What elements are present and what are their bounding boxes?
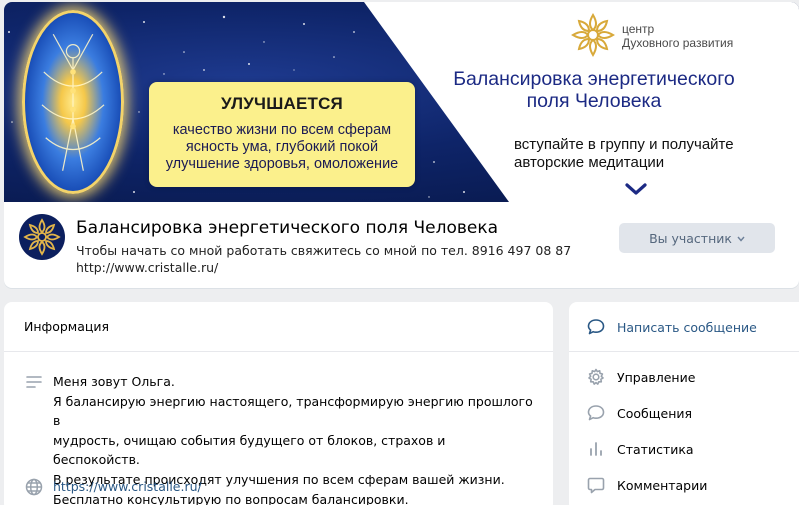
chevron-down-icon <box>737 236 745 242</box>
write-message-button[interactable]: Написать сообщение <box>586 317 757 337</box>
member-button[interactable]: Вы участник <box>619 223 775 253</box>
description-line: мудрость, очищаю события будущего от бло… <box>53 432 446 468</box>
group-name: Балансировка энергетического поля Челове… <box>76 218 499 238</box>
gear-icon <box>588 368 604 385</box>
chevron-down-icon <box>625 183 647 195</box>
lotus-avatar-icon <box>23 218 61 256</box>
human-figure-icon <box>41 33 105 171</box>
comments-label: Комментарии <box>617 477 708 493</box>
highlight-line: ясность ума, глубокий покой <box>185 139 379 155</box>
center-line-1: центр <box>622 22 655 36</box>
cover-subtitle-line-2: авторские медитации <box>514 154 665 171</box>
aura-illustration <box>22 10 124 194</box>
description-line: Я балансирую энергию настоящего, трансфо… <box>53 393 533 429</box>
messages-label: Сообщения <box>617 405 693 421</box>
description-line: Меня зовут Ольга. <box>53 374 175 389</box>
message-bubble-icon <box>587 405 605 421</box>
group-header: Балансировка энергетического поля Челове… <box>4 202 799 288</box>
cover-title: Балансировка энергетического поля Челове… <box>424 68 764 112</box>
actions-card: Написать сообщение Управление Сообщения … <box>569 302 799 505</box>
status-phone-line: Чтобы начать со мной работать свяжитесь … <box>76 243 572 258</box>
cover-subtitle: вступайте в группу и получайте авторские… <box>514 136 734 172</box>
statistics-link[interactable]: Статистика <box>586 439 694 459</box>
cover-subtitle-line-1: вступайте в группу и получайте <box>514 136 734 153</box>
statistics-label: Статистика <box>617 441 694 457</box>
cover-title-line-1: Балансировка энергетического <box>453 68 735 90</box>
text-lines-icon <box>26 376 42 388</box>
link-row <box>24 477 44 497</box>
lotus-logo-icon <box>571 13 615 57</box>
description-row <box>24 372 44 392</box>
cover-banner: УЛУЧШАЕТСЯ качество жизни по всем сферам… <box>4 2 799 202</box>
cover-title-line-2: поля Человека <box>526 90 662 112</box>
site-link[interactable]: https://www.cristalle.ru/ <box>53 479 202 494</box>
write-message-label: Написать сообщение <box>617 319 757 335</box>
cover-highlight-box: УЛУЧШАЕТСЯ качество жизни по всем сферам… <box>149 82 415 187</box>
avatar[interactable] <box>19 214 65 260</box>
messages-link[interactable]: Сообщения <box>586 403 692 423</box>
highlight-line: улучшение здоровья, омоложение <box>165 156 399 172</box>
info-title: Информация <box>4 302 553 352</box>
center-caption: центр Духовного развития <box>622 22 733 50</box>
globe-icon <box>25 478 43 496</box>
comments-link[interactable]: Комментарии <box>586 475 707 495</box>
bar-chart-icon <box>590 442 602 456</box>
group-status: Чтобы начать со мной работать свяжитесь … <box>76 242 571 276</box>
manage-label: Управление <box>617 369 696 385</box>
member-button-label: Вы участник <box>649 230 732 246</box>
highlight-line: качество жизни по всем сферам <box>172 122 392 138</box>
manage-link[interactable]: Управление <box>586 367 695 387</box>
status-site-line: http://www.cristalle.ru/ <box>76 260 219 275</box>
message-bubble-icon <box>587 319 605 335</box>
info-card: Информация Меня зовут Ольга. Я балансиру… <box>4 302 553 505</box>
comment-icon <box>587 477 605 494</box>
center-line-2: Духовного развития <box>622 36 734 50</box>
highlight-title: УЛУЧШАЕТСЯ <box>221 94 343 113</box>
